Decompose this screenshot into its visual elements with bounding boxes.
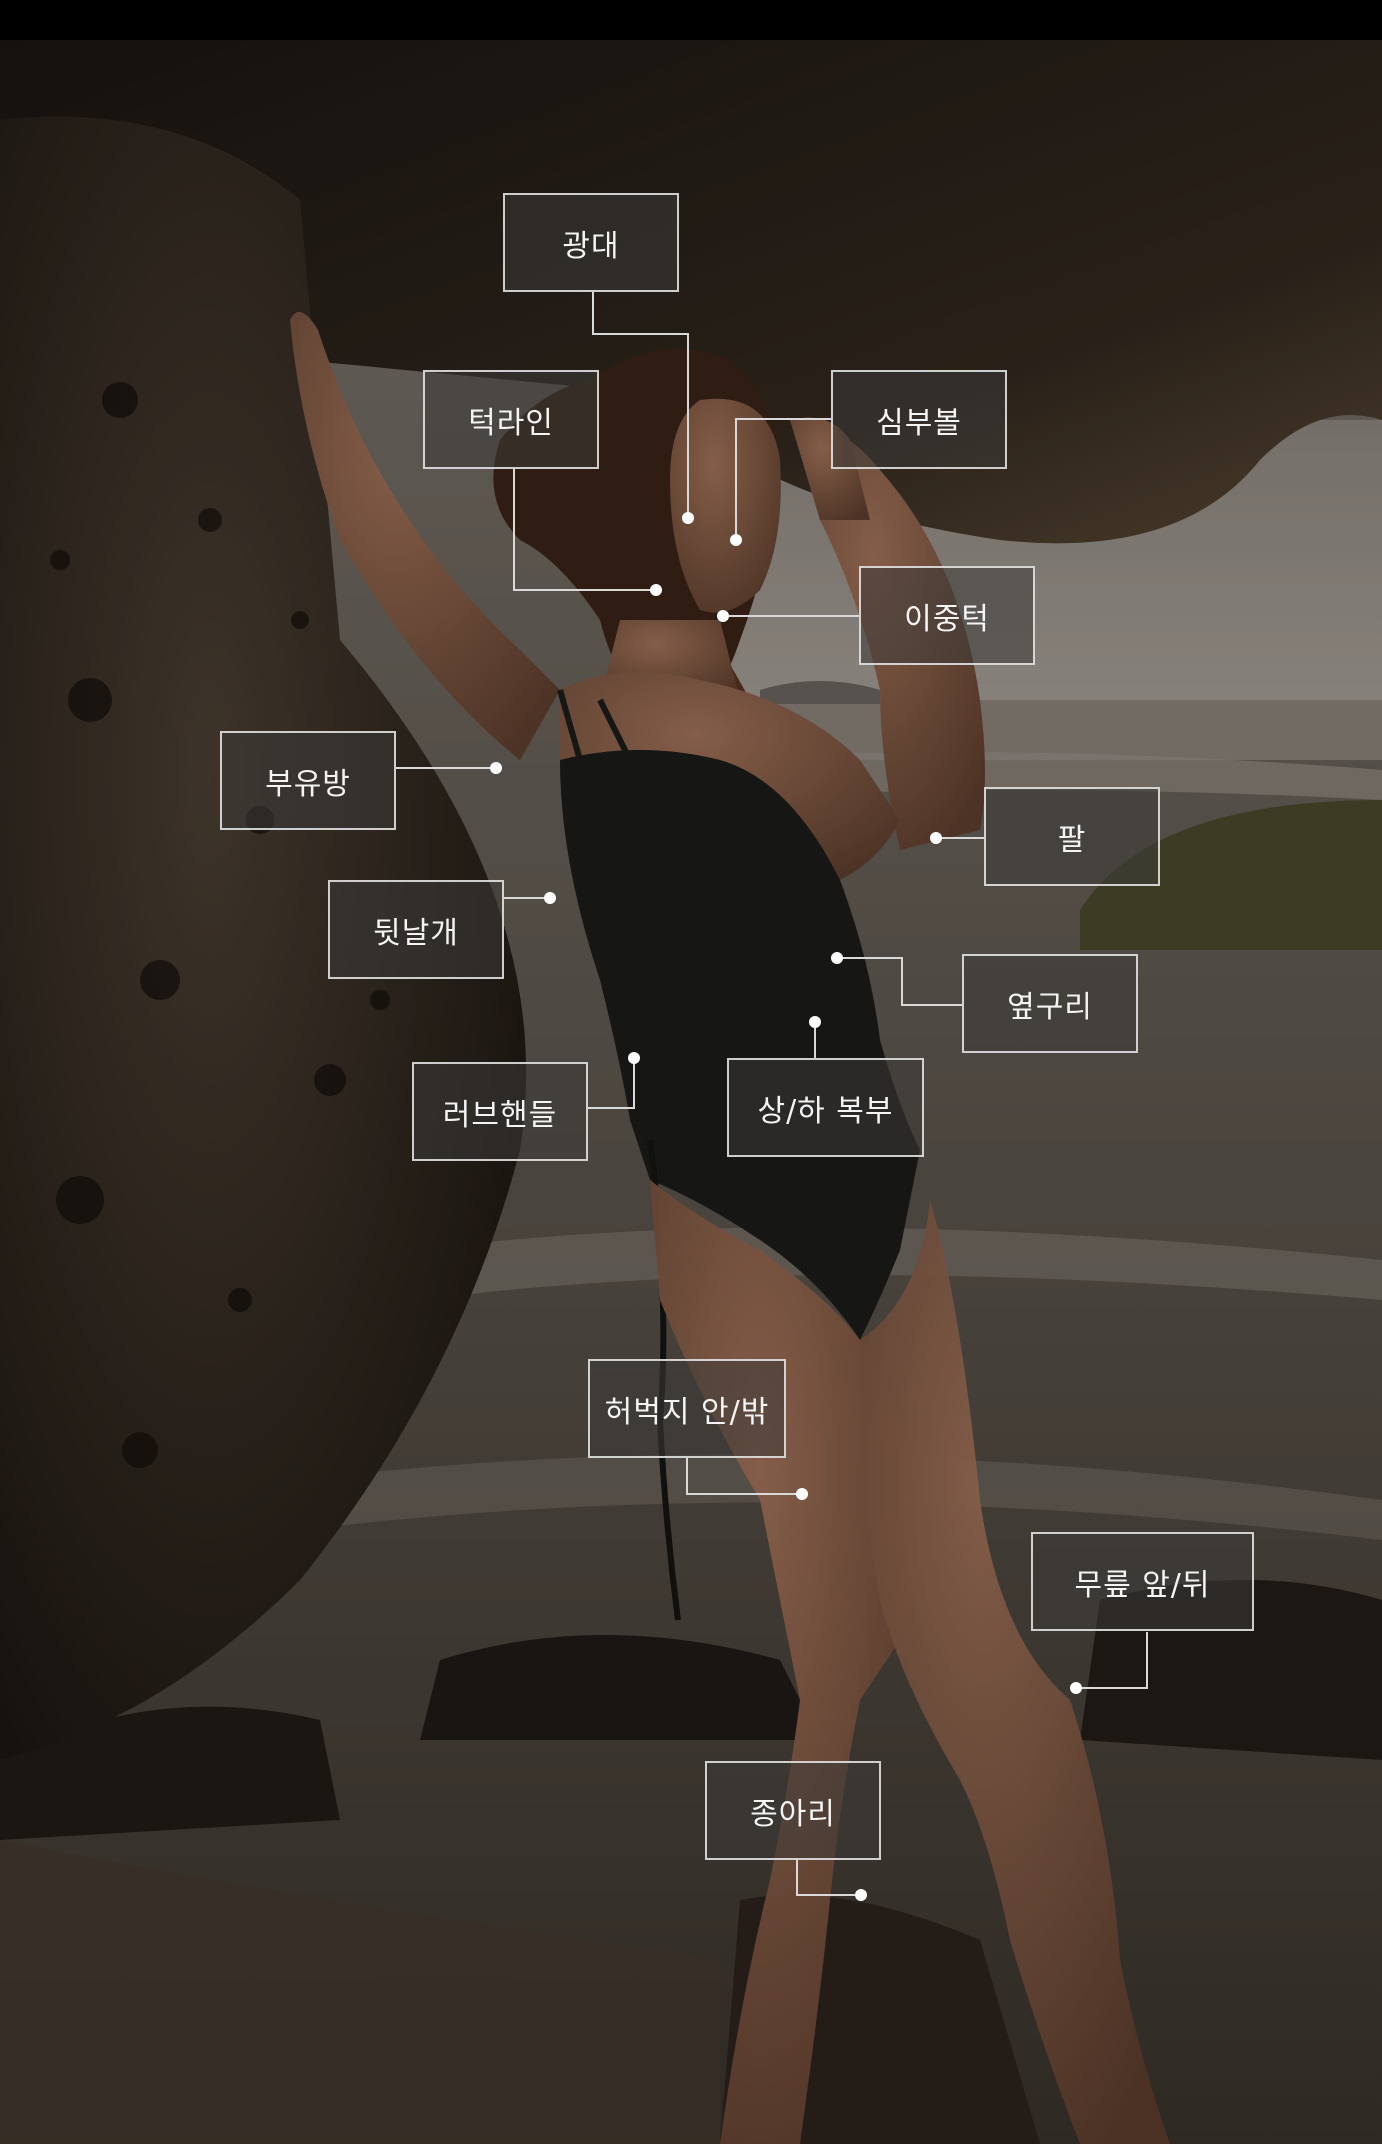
label-abdomen: 상/하 복부 bbox=[727, 1058, 924, 1157]
label-jawline: 턱라인 bbox=[423, 370, 599, 469]
label-calf: 종아리 bbox=[705, 1761, 881, 1860]
label-cheekbone: 광대 bbox=[503, 193, 679, 292]
label-buccal-fat: 심부볼 bbox=[831, 370, 1007, 469]
label-arm: 팔 bbox=[984, 787, 1160, 886]
body-area-diagram: 광대 턱라인 심부볼 이중턱 부유방 팔 뒷날개 옆구리 러브핸들 상/하 복부… bbox=[0, 0, 1382, 2144]
label-knee: 무릎 앞/뒤 bbox=[1031, 1532, 1254, 1631]
label-accessory-breast: 부유방 bbox=[220, 731, 396, 830]
label-thigh: 허벅지 안/밖 bbox=[588, 1359, 786, 1458]
label-flank: 옆구리 bbox=[962, 954, 1138, 1053]
beach-photo bbox=[0, 40, 1382, 2144]
label-love-handles: 러브핸들 bbox=[412, 1062, 588, 1161]
label-double-chin: 이중턱 bbox=[859, 566, 1035, 665]
label-back-wing: 뒷날개 bbox=[328, 880, 504, 979]
top-bar bbox=[0, 0, 1382, 40]
